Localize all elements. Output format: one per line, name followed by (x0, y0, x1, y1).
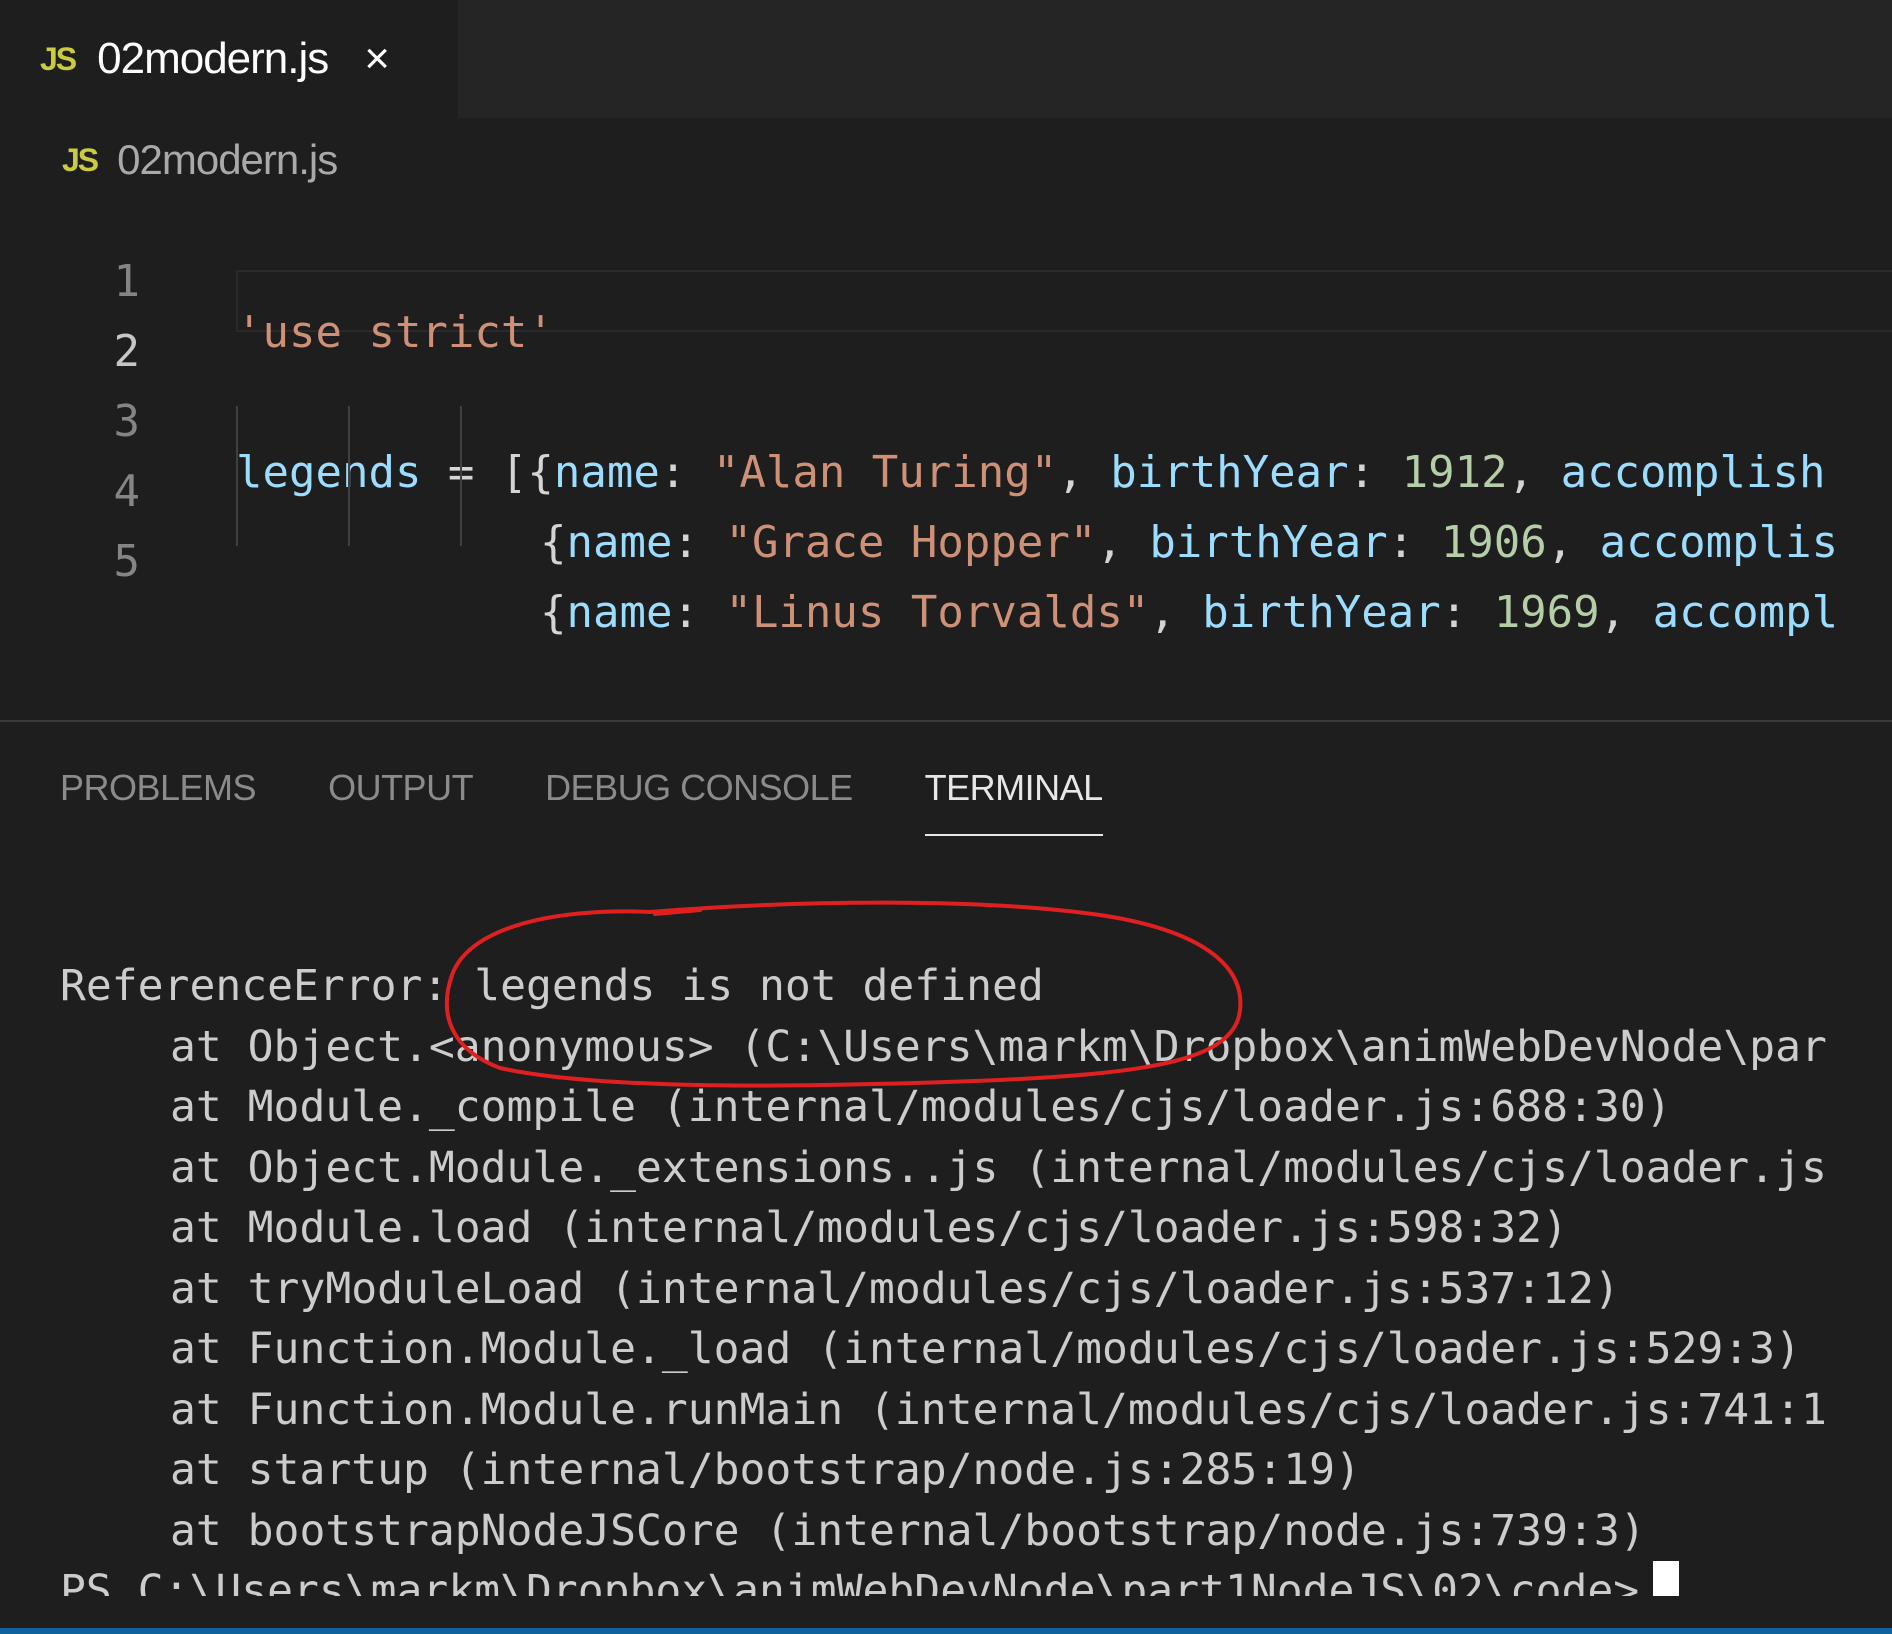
panel-tab-bar: PROBLEMS OUTPUT DEBUG CONSOLE TERMINAL (60, 760, 1175, 840)
terminal-output[interactable]: ReferenceError: legends is not defined a… (60, 956, 1892, 1596)
punctuation: { (540, 587, 567, 638)
stack-frame: at Function.Module.runMain (internal/mod… (170, 1384, 1827, 1435)
punctuation: : (672, 587, 726, 638)
terminal-prompt: PS C:\Users\markm\Dropbox\animWebDevNode… (60, 1566, 1640, 1596)
tab-terminal[interactable]: TERMINAL (924, 760, 1103, 836)
tab-output[interactable]: OUTPUT (328, 760, 474, 834)
property-key: name (566, 587, 673, 638)
error-message: ReferenceError: legends is not defined (60, 961, 1044, 1011)
close-icon[interactable]: × (364, 37, 390, 81)
stack-frame: at startup (internal/bootstrap/node.js:2… (170, 1445, 1361, 1495)
code-editor[interactable]: 1 'use strict' 2 3 legends = [{name: "Al… (0, 196, 1892, 716)
stack-frame: at Module._compile (internal/modules/cjs… (170, 1082, 1672, 1132)
breadcrumb[interactable]: JS 02modern.js (62, 130, 338, 190)
code-line-1[interactable]: 1 'use strict' (0, 196, 1892, 358)
punctuation: : (1440, 587, 1494, 638)
property-key: accompl (1652, 587, 1839, 638)
stack-frame: at tryModuleLoad (internal/modules/cjs/l… (170, 1263, 1620, 1314)
code-line-4[interactable]: 4 {name: "Grace Hopper", birthYear: 1906… (0, 406, 1892, 568)
code-line-2[interactable]: 2 (0, 266, 1892, 377)
punctuation: , (1149, 587, 1203, 638)
stack-frame: at bootstrapNodeJSCore (internal/bootstr… (170, 1505, 1646, 1556)
punctuation: , (1599, 587, 1653, 638)
indent-guide (348, 406, 350, 546)
code-line-3[interactable]: 3 legends = [{name: "Alan Turing", birth… (0, 336, 1892, 498)
tab-problems[interactable]: PROBLEMS (60, 760, 257, 834)
line-number: 5 (113, 536, 141, 587)
number-literal: 1969 (1493, 587, 1600, 638)
code-line-5[interactable]: 5 {name: "Linus Torvalds", birthYear: 19… (0, 476, 1892, 638)
js-file-icon: JS (40, 40, 77, 77)
terminal-prompt-line[interactable]: PS C:\Users\markm\Dropbox\animWebDevNode… (60, 1561, 1892, 1596)
tab-debug-console[interactable]: DEBUG CONSOLE (545, 760, 853, 834)
indent-guide (236, 406, 238, 546)
string-literal: "Linus Torvalds" (725, 587, 1150, 638)
tab-title: 02modern.js (97, 34, 329, 83)
property-key: birthYear (1202, 587, 1441, 638)
panel-divider[interactable] (0, 720, 1892, 722)
stack-frame: at Function.Module._load (internal/modul… (170, 1324, 1801, 1374)
terminal-cursor (1653, 1561, 1680, 1596)
tab-02modern-js[interactable]: JS 02modern.js × (0, 0, 458, 118)
editor-tab-bar: JS 02modern.js × (0, 0, 1892, 118)
stack-frame: at Object.<anonymous> (C:\Users\markm\Dr… (170, 1021, 1827, 1072)
js-file-icon: JS (62, 141, 99, 178)
stack-frame: at Object.Module._extensions..js (intern… (170, 1142, 1827, 1193)
status-bar-edge (0, 1628, 1892, 1634)
stack-frame: at Module.load (internal/modules/cjs/loa… (170, 1203, 1568, 1253)
indent-guide (460, 406, 462, 546)
breadcrumb-file[interactable]: 02modern.js (117, 136, 338, 184)
